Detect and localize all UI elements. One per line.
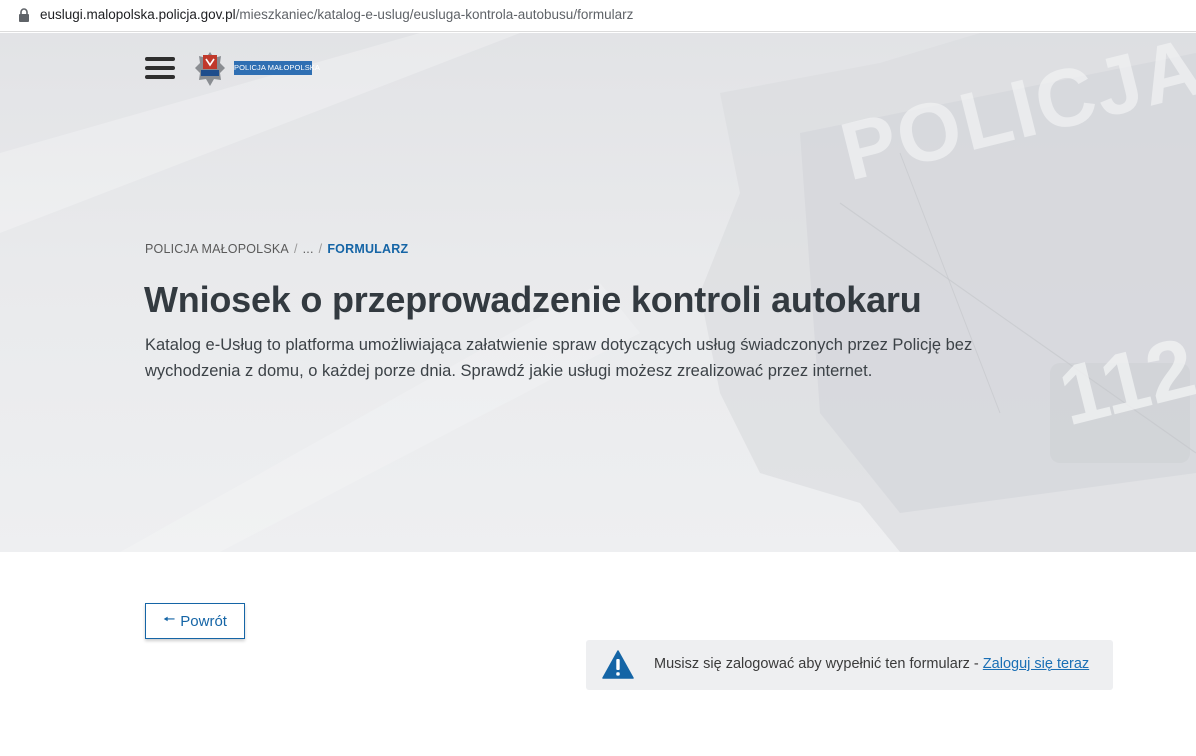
breadcrumb-home[interactable]: POLICJA MAŁOPOLSKA xyxy=(145,242,289,256)
browser-address-bar[interactable]: euslugi.malopolska.policja.gov.pl/mieszk… xyxy=(0,0,1196,32)
url-domain: euslugi.malopolska.policja.gov.pl xyxy=(40,7,236,22)
police-star-badge-icon xyxy=(195,52,225,86)
lock-icon xyxy=(19,8,29,22)
url-text[interactable]: euslugi.malopolska.policja.gov.pl/mieszk… xyxy=(40,7,633,22)
logo-wordmark: POLICJA MAŁOPOLSKA xyxy=(234,61,320,75)
page-title: Wniosek o przeprowadzenie kontroli autok… xyxy=(144,279,922,320)
police-logo[interactable]: POLICJA MAŁOPOLSKA xyxy=(194,51,320,87)
arrow-left-icon: 🠔 xyxy=(163,611,176,627)
breadcrumb: POLICJA MAŁOPOLSKA /... / FORMULARZ xyxy=(145,242,408,256)
back-button[interactable]: 🠔 Powrót xyxy=(145,603,245,639)
breadcrumb-current: FORMULARZ xyxy=(327,242,409,256)
back-button-label: Powrót xyxy=(180,612,227,630)
url-path: /mieszkaniec/katalog-e-uslug/eusluga-kon… xyxy=(235,7,634,22)
login-required-alert: Musisz się zalogować aby wypełnić ten fo… xyxy=(586,640,1113,690)
page-lead: Katalog e-Usług to platforma umożliwiają… xyxy=(145,336,973,380)
breadcrumb-separator: / xyxy=(318,242,323,256)
alert-message: Musisz się zalogować aby wypełnić ten fo… xyxy=(654,656,1089,672)
breadcrumb-separator: / xyxy=(293,242,298,256)
login-link[interactable]: Zaloguj się teraz xyxy=(983,656,1089,672)
hero-section: POLICJA 112 POLICJA MAŁOPOLSKA POLICJA M… xyxy=(0,33,1196,552)
hamburger-menu-icon[interactable] xyxy=(145,57,175,79)
warning-icon xyxy=(602,650,634,679)
breadcrumb-ellipsis[interactable]: ... xyxy=(303,242,314,256)
alert-message-text: Musisz się zalogować aby wypełnić ten fo… xyxy=(654,656,983,672)
